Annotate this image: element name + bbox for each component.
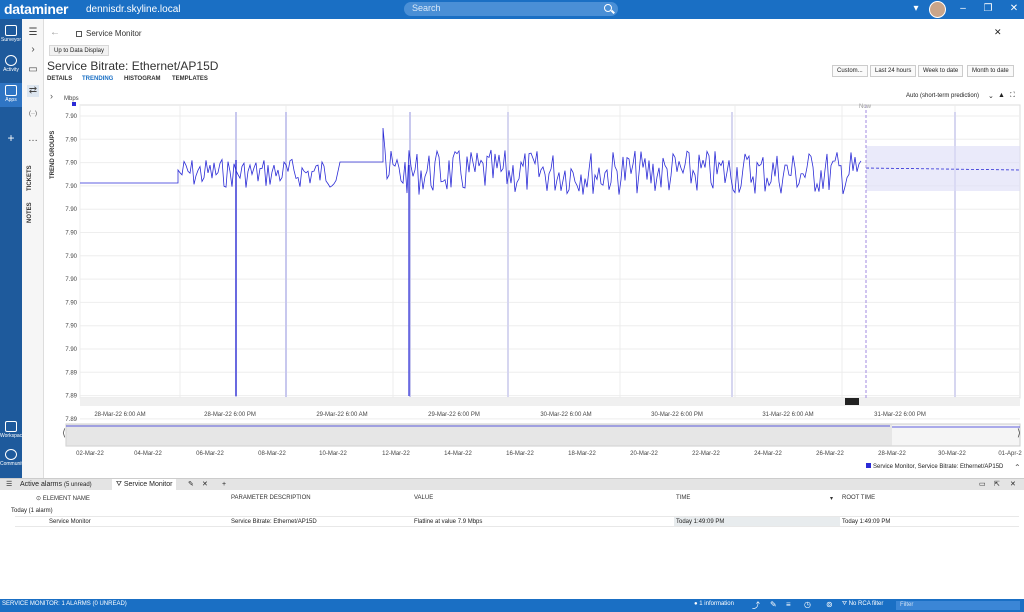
overview-tick-label: 16-Mar-22: [506, 451, 534, 457]
overview-tick-label: 20-Mar-22: [630, 451, 658, 457]
y-tick-label: 7.90: [65, 347, 77, 353]
overview-tick-label: 08-Mar-22: [258, 451, 286, 457]
col-root-time[interactable]: ROOT TIME: [842, 495, 875, 501]
overview-tick-label: 02-Mar-22: [76, 451, 104, 457]
y-tick-label: 7.90: [65, 231, 77, 237]
rca-filter[interactable]: ⛛ No RCA filter: [842, 601, 883, 608]
overview-tick-label: 01-Apr-2: [998, 451, 1022, 457]
x-tick-label: 28-Mar-22 6:00 AM: [94, 412, 145, 418]
x-scrollbar: [80, 398, 1020, 406]
information-count[interactable]: ● 1 information: [694, 601, 734, 607]
x-tick-label: 31-Mar-22 6:00 AM: [762, 412, 813, 418]
overview-tick-label: 28-Mar-22: [878, 451, 906, 457]
chart-icon[interactable]: ⤴: [752, 600, 760, 611]
overview-left-handle: ⟨: [62, 428, 66, 439]
y-tick-label: 7.90: [65, 300, 77, 306]
y-tick-label: 7.89: [65, 417, 77, 423]
rca-icon[interactable]: ⊚: [826, 600, 833, 609]
series-marker: [72, 102, 76, 106]
table-row[interactable]: Service Monitor Service Bitrate: Etherne…: [15, 516, 1019, 527]
cell-time: Today 1:49:09 PM: [674, 517, 840, 526]
overview-shade: [66, 424, 892, 446]
x-tick-label: 31-Mar-22 6:00 PM: [874, 412, 926, 418]
tab-label: Service Monitor: [123, 481, 173, 488]
list-icon[interactable]: ≡: [786, 600, 791, 609]
legend-label: Service Monitor, Service Bitrate: Ethern…: [873, 464, 1004, 470]
col-time[interactable]: TIME: [676, 495, 690, 501]
unread-count: (5 unread): [63, 482, 92, 488]
trend-chart[interactable]: 7.90 7.90 7.90 7.90 7.90 7.90 7.90 7.90 7.90 7.90…: [0, 0, 1024, 478]
overview-tick-label: 04-Mar-22: [134, 451, 162, 457]
col-value[interactable]: VALUE: [414, 495, 433, 501]
filter-icon: ⛛: [116, 481, 122, 488]
severity-icon: ⊙: [36, 496, 42, 502]
cell-value: Flatline at value 7.9 Mbps: [414, 519, 483, 525]
alarm-tab-bar: ☰ Active alarms (5 unread) ⛛ Service Mon…: [0, 478, 1024, 491]
y-tick-label: 7.90: [65, 161, 77, 167]
y-tick-label: 7.89: [65, 394, 77, 400]
status-filter-input[interactable]: Filter: [896, 601, 1020, 610]
scroll-thumb: [845, 398, 859, 405]
overview-tick-label: 22-Mar-22: [692, 451, 720, 457]
filter-placeholder: Filter: [900, 602, 914, 608]
alarm-table: ⊙ ELEMENT NAME PARAMETER DESCRIPTION VAL…: [0, 490, 1024, 599]
event-band: [285, 112, 287, 397]
y-tick-label: 7.90: [65, 254, 77, 260]
edit-icon[interactable]: ✎: [770, 600, 777, 609]
rca-label: No RCA filter: [848, 601, 884, 607]
cell-element: Service Monitor: [49, 519, 91, 525]
information-label: 1 information: [699, 601, 734, 607]
overview-right-handle: ⟩: [1017, 428, 1021, 439]
y-tick-label: 7.90: [65, 324, 77, 330]
alarm-group-header[interactable]: Today (1 alarm): [11, 508, 53, 514]
overview-tick-label: 06-Mar-22: [196, 451, 224, 457]
y-tick-label: 7.90: [65, 114, 77, 120]
x-tick-label: 29-Mar-22 6:00 AM: [316, 412, 367, 418]
sort-icon[interactable]: ▾: [830, 495, 833, 502]
status-summary: SERVICE MONITOR: 1 ALARMS (0 UNREAD): [2, 601, 127, 607]
event-band: [507, 112, 509, 397]
cell-parameter: Service Bitrate: Ethernet/AP15D: [231, 519, 317, 525]
collapse-legend-icon: ⌃: [1014, 463, 1021, 472]
cell-root-time: Today 1:49:09 PM: [842, 519, 891, 525]
overview-tick-label: 26-Mar-22: [816, 451, 844, 457]
overview-tick-label: 14-Mar-22: [444, 451, 472, 457]
overview-tick-label: 10-Mar-22: [319, 451, 347, 457]
x-tick-label: 30-Mar-22 6:00 AM: [540, 412, 591, 418]
y-tick-label: 7.90: [65, 137, 77, 143]
event-band: [731, 112, 733, 397]
y-axis-label: Mbps: [64, 96, 79, 102]
status-bar: SERVICE MONITOR: 1 ALARMS (0 UNREAD) ● 1…: [0, 599, 1024, 612]
y-tick-label: 7.90: [65, 207, 77, 213]
column-header[interactable]: ⊙ ELEMENT NAME: [36, 495, 90, 502]
col-parameter-description[interactable]: PARAMETER DESCRIPTION: [231, 495, 311, 501]
now-label: Now: [859, 104, 872, 110]
overview-tick-label: 12-Mar-22: [382, 451, 410, 457]
x-tick-label: 28-Mar-22 6:00 PM: [204, 412, 256, 418]
x-tick-label: 30-Mar-22 6:00 PM: [651, 412, 703, 418]
overview-tick-label: 24-Mar-22: [754, 451, 782, 457]
overview-tick-label: 18-Mar-22: [568, 451, 596, 457]
clock-icon[interactable]: ◷: [804, 600, 811, 609]
tab-label: Active alarms: [20, 481, 63, 488]
col-element-name: ELEMENT NAME: [42, 496, 90, 502]
y-tick-label: 7.90: [65, 277, 77, 283]
y-tick-label: 7.89: [65, 370, 77, 376]
legend-swatch: [866, 463, 871, 468]
overview-tick-label: 30-Mar-22: [938, 451, 966, 457]
y-tick-label: 7.90: [65, 184, 77, 190]
prediction-band: [866, 146, 1020, 191]
x-tick-label: 29-Mar-22 6:00 PM: [428, 412, 480, 418]
